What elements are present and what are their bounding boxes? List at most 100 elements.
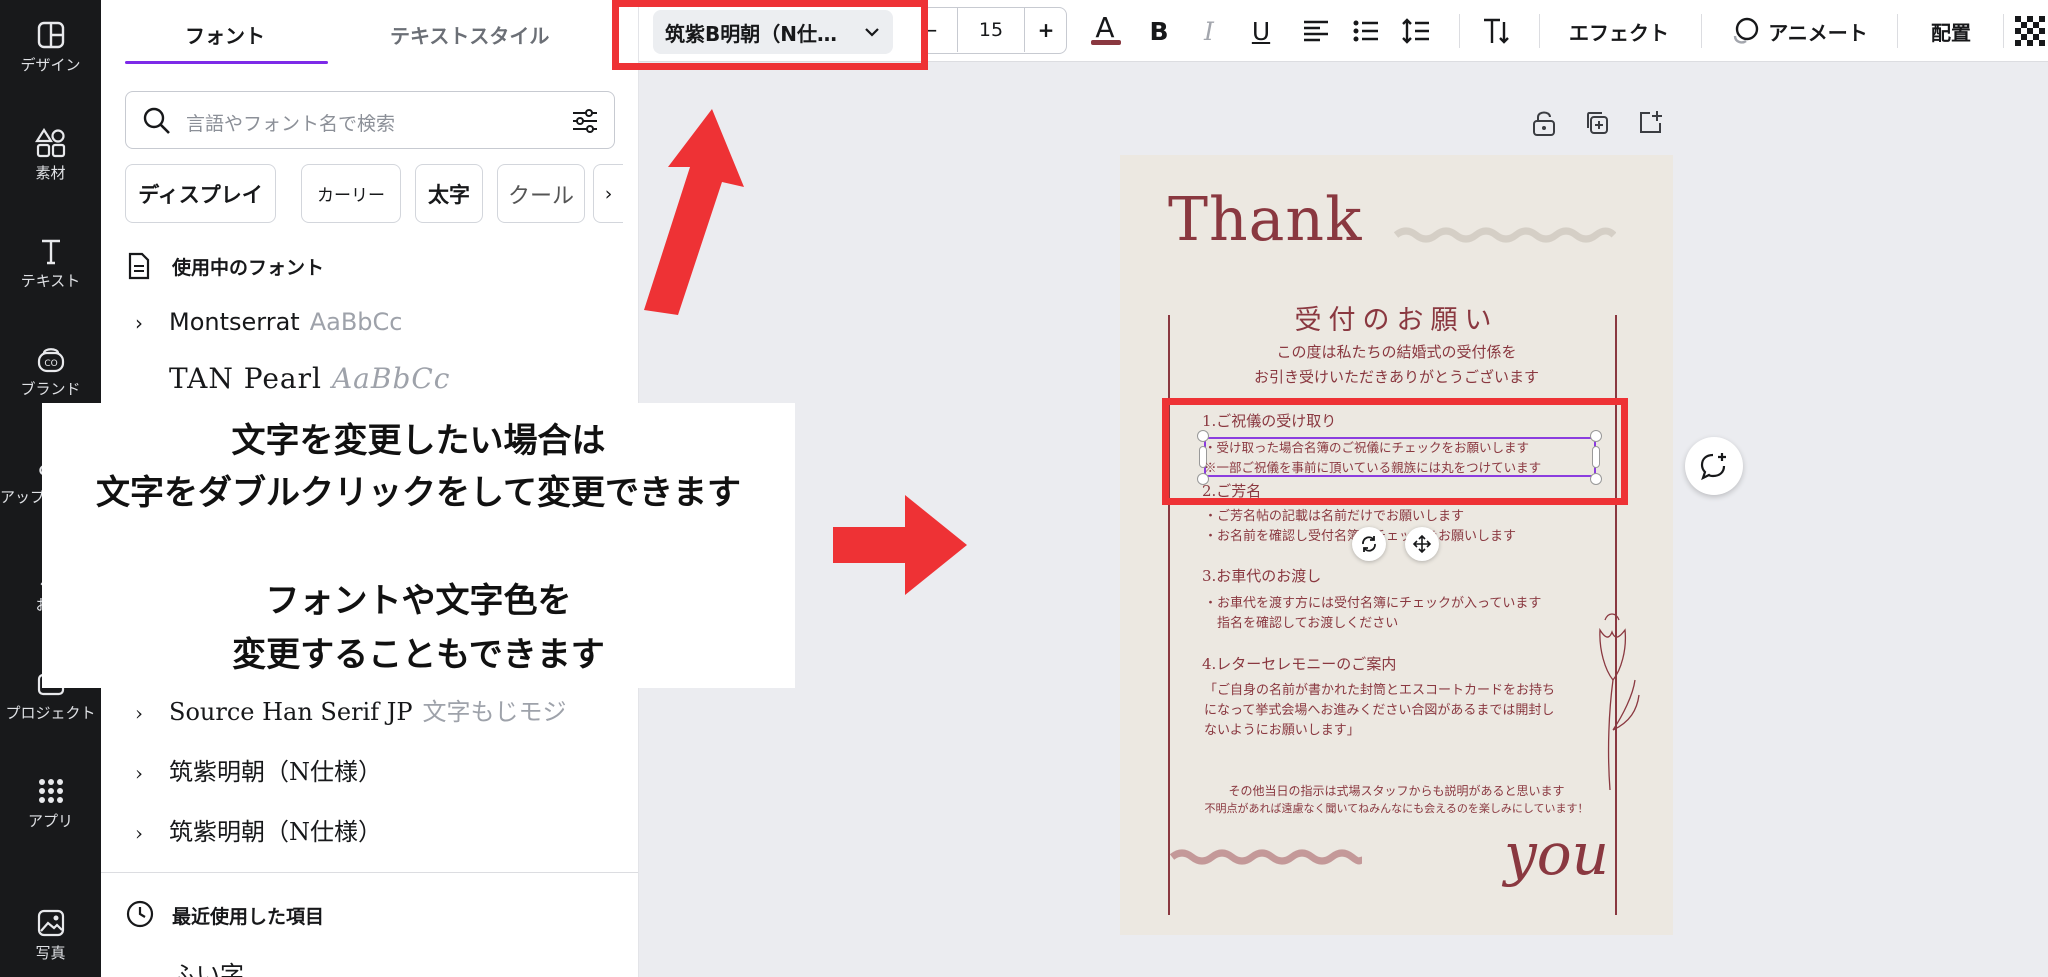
arrow-up-icon bbox=[644, 109, 744, 315]
design-page[interactable]: Thank 受付のお願い この度は私たちの結婚式の受付係を お引き受けいただきあ… bbox=[1120, 155, 1673, 935]
section-2-line-1[interactable]: ・ご芳名帖の記載は名前だけでお願いします bbox=[1204, 505, 1464, 524]
card-intro-1[interactable]: この度は私たちの結婚式の受付係を bbox=[1120, 341, 1673, 362]
animate-button[interactable]: アニメート bbox=[1721, 0, 1877, 62]
lock-icon[interactable] bbox=[1531, 109, 1557, 137]
arrow-right-icon bbox=[833, 495, 967, 595]
rail-label: 素材 bbox=[35, 164, 66, 182]
chevron-right-icon: › bbox=[135, 311, 143, 335]
rail-item-design[interactable]: デザイン bbox=[0, 20, 101, 75]
toolbar-separator bbox=[1539, 14, 1540, 48]
rail-item-elements[interactable]: 素材 bbox=[0, 128, 101, 183]
font-name: TAN Pearl bbox=[169, 362, 322, 395]
rail-item-brand[interactable]: CO ブランド bbox=[0, 344, 101, 399]
footer-line-2[interactable]: 不明点があれば遠慮なく聞いてねみんなにも会えるのを楽しみにしています！ bbox=[1120, 800, 1673, 816]
filter-chip-display[interactable]: ディスプレイ bbox=[125, 164, 276, 223]
clock-icon bbox=[126, 900, 154, 928]
chevron-right-icon: › bbox=[135, 821, 143, 845]
rail-item-apps[interactable]: アプリ bbox=[0, 776, 101, 831]
filter-chip-curly[interactable]: カーリー bbox=[301, 164, 401, 223]
section-3-title[interactable]: 3.お車代のお渡し bbox=[1202, 565, 1321, 586]
in-use-heading: 使用中のフォント bbox=[172, 257, 325, 279]
instruction-note: 文字を変更したい場合は 文字をダブルクリックをして変更できます フォントや文字色… bbox=[42, 403, 795, 688]
font-size-stepper: − 15 + bbox=[921, 7, 1067, 54]
font-name: Montserrat bbox=[169, 308, 300, 336]
font-size-input[interactable]: 15 bbox=[958, 8, 1024, 52]
section-4-title[interactable]: 4.レターセレモニーのご案内 bbox=[1202, 653, 1396, 674]
note-line-5: 変更することもできます bbox=[232, 635, 605, 675]
font-item-tsukushi-mincho-2[interactable]: › 筑紫明朝（N仕様） bbox=[135, 812, 382, 847]
filter-chip-bold[interactable]: 太字 bbox=[415, 164, 483, 223]
thank-title[interactable]: Thank bbox=[1168, 185, 1362, 255]
toolbar-separator bbox=[2003, 14, 2004, 48]
rotate-icon bbox=[1362, 536, 1376, 552]
font-item-tan-pearl[interactable]: ›TAN PearlAaBbCc bbox=[135, 362, 450, 395]
font-sample: AaBbCc bbox=[309, 308, 403, 336]
recent-font-item[interactable]: ふい字 bbox=[172, 955, 244, 977]
italic-button[interactable]: I bbox=[1189, 0, 1229, 62]
animate-icon bbox=[1733, 17, 1759, 44]
rail-label: プロジェクト bbox=[5, 704, 96, 722]
chip-scroll-right[interactable]: › bbox=[593, 164, 623, 223]
line-spacing-icon bbox=[1402, 18, 1429, 44]
wave-decoration bbox=[1394, 227, 1616, 243]
font-search-field[interactable]: 言語やフォント名で検索 bbox=[125, 91, 615, 149]
rail-label: デザイン bbox=[20, 56, 81, 74]
section-4-line-3[interactable]: ないようにお願いします」 bbox=[1204, 719, 1360, 738]
vertical-text-button[interactable] bbox=[1473, 0, 1521, 62]
tab-fonts[interactable]: フォント bbox=[185, 20, 265, 49]
align-button[interactable] bbox=[1293, 0, 1339, 62]
search-icon bbox=[143, 107, 170, 134]
add-page-icon[interactable] bbox=[1638, 109, 1664, 135]
text-color-button[interactable]: A bbox=[1083, 0, 1127, 62]
wave-decoration bbox=[1170, 849, 1362, 865]
font-name: 筑紫明朝（N仕様） bbox=[169, 758, 382, 786]
chevron-right-icon: › bbox=[135, 761, 143, 785]
you-title[interactable]: you bbox=[1504, 820, 1609, 888]
bullet-list-icon bbox=[1353, 20, 1378, 42]
rail-item-photos[interactable]: 写真 bbox=[0, 908, 101, 963]
rotate-handle[interactable] bbox=[1352, 527, 1386, 561]
section-4-line-1[interactable]: 「ご自身の名前が書かれた封筒とエスコートカードをお持ち bbox=[1204, 679, 1555, 698]
rail-item-text[interactable]: テキスト bbox=[0, 236, 101, 291]
rail-label: 写真 bbox=[35, 944, 66, 962]
elements-icon bbox=[34, 128, 65, 158]
effects-button[interactable]: エフェクト bbox=[1559, 0, 1679, 62]
font-name: Source Han Serif JP bbox=[169, 698, 413, 726]
text-icon bbox=[41, 239, 60, 265]
tab-text-styles[interactable]: テキストスタイル bbox=[390, 20, 549, 49]
search-placeholder: 言語やフォント名で検索 bbox=[186, 113, 396, 135]
section-3-line-1[interactable]: ・お車代を渡す方には受付名簿にチェックが入っています bbox=[1204, 592, 1541, 611]
font-item-montserrat[interactable]: › Montserrat AaBbCc bbox=[135, 308, 403, 336]
underline-button[interactable]: U bbox=[1241, 0, 1281, 62]
section-4-line-2[interactable]: になって挙式会場へお進みください合図があるまでは開封し bbox=[1204, 699, 1554, 718]
font-name: 筑紫明朝（N仕様） bbox=[169, 818, 382, 846]
filter-chip-cool[interactable]: クール bbox=[497, 164, 585, 223]
comment-button[interactable] bbox=[1685, 437, 1743, 495]
rail-label: テキスト bbox=[20, 272, 81, 290]
font-item-tsukushi-mincho[interactable]: › 筑紫明朝（N仕様） bbox=[135, 752, 382, 787]
editor-window: デザイン 素材 テキスト CO ブランド アップ お絵 プロジェクト アプリ bbox=[0, 0, 2048, 977]
rail-label: アプリ bbox=[27, 812, 73, 830]
toolbar-separator bbox=[1459, 14, 1460, 48]
note-line-4: フォントや文字色を bbox=[265, 581, 572, 621]
filter-icon[interactable] bbox=[570, 106, 600, 136]
footer-line-1[interactable]: その他当日の指示は式場スタッフからも説明があると思います bbox=[1120, 782, 1673, 799]
apps-icon bbox=[38, 779, 63, 803]
section-3-line-2[interactable]: 指名を確認してお渡しください bbox=[1204, 612, 1398, 631]
spacing-button[interactable] bbox=[1393, 0, 1439, 62]
panel-divider bbox=[101, 872, 638, 873]
increase-size-button[interactable]: + bbox=[1025, 8, 1067, 52]
photos-icon bbox=[37, 909, 64, 937]
position-button[interactable]: 配置 bbox=[1911, 0, 1991, 62]
card-intro-2[interactable]: お引き受けいただきありがとうございます bbox=[1120, 366, 1673, 387]
bold-button[interactable]: B bbox=[1139, 0, 1179, 62]
toolbar-separator bbox=[1701, 14, 1702, 48]
font-item-source-han-serif[interactable]: › Source Han Serif JP 文字もじモジ bbox=[135, 692, 567, 727]
card-heading[interactable]: 受付のお願い bbox=[1120, 298, 1673, 337]
brand-icon: CO bbox=[37, 348, 64, 373]
move-handle[interactable] bbox=[1405, 527, 1439, 561]
tulip-illustration bbox=[1599, 613, 1640, 790]
duplicate-icon[interactable] bbox=[1584, 110, 1610, 136]
list-button[interactable] bbox=[1343, 0, 1389, 62]
transparency-button[interactable] bbox=[2011, 0, 2048, 62]
